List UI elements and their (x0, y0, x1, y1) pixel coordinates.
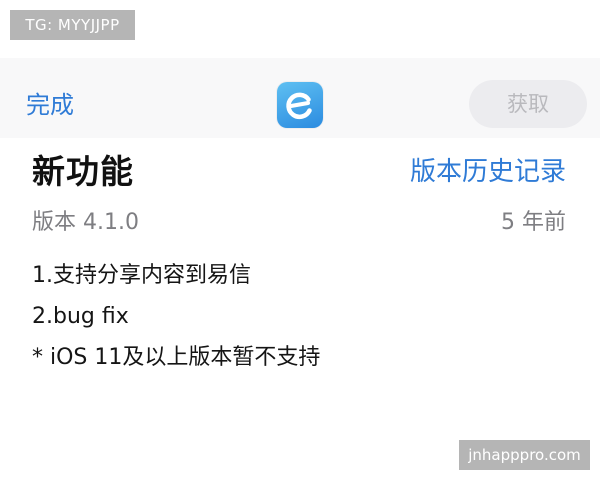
release-note-item: 1.支持分享内容到易信 (32, 263, 251, 288)
release-note-item: * iOS 11及以上版本暂不支持 (32, 345, 321, 370)
section-title: 新功能 (32, 152, 134, 191)
version-label: 版本 4.1.0 (32, 210, 139, 235)
version-history-link[interactable]: 版本历史记录 (410, 155, 566, 189)
release-time-label: 5 年前 (501, 210, 566, 235)
app-logo-icon (277, 82, 323, 128)
get-button[interactable]: 获取 (469, 80, 587, 128)
release-note-item: 2.bug fix (32, 304, 129, 329)
release-notes: 1.支持分享内容到易信 2.bug fix * iOS 11及以上版本暂不支持 (32, 255, 320, 378)
watermark-bottom-right: jnhapppro.com (459, 440, 590, 470)
done-button[interactable]: 完成 (26, 90, 74, 120)
watermark-top-left: TG: MYYJJPP (10, 10, 135, 40)
